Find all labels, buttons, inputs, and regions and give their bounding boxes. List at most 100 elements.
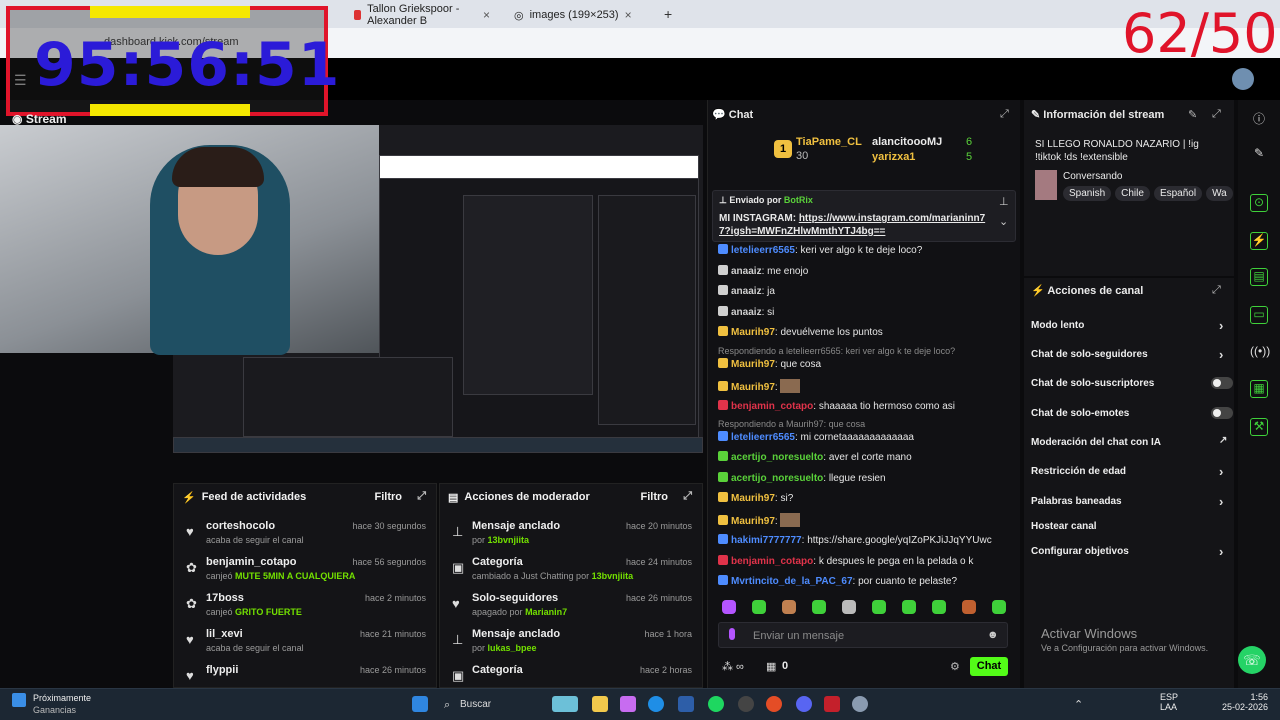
chat-username[interactable]: Maurih97 <box>731 359 775 370</box>
channel-action-item[interactable]: Hostear canal <box>1031 521 1236 535</box>
activity-user[interactable]: benjamin_cotapo <box>206 556 296 568</box>
chat-input[interactable]: Enviar un mensaje ☻ <box>718 622 1008 648</box>
pencil-icon[interactable]: ✎ <box>1250 146 1268 164</box>
emoji-icon[interactable]: ☻ <box>987 629 999 641</box>
chat-username[interactable]: letelieerr6565 <box>731 245 795 256</box>
points-icon[interactable]: ⁂ ∞ <box>722 660 744 673</box>
category-name[interactable]: Conversando <box>1063 171 1122 182</box>
chrome-icon[interactable] <box>766 696 782 712</box>
emote-icon[interactable] <box>722 600 736 614</box>
chat-icon[interactable]: ▭ <box>1250 306 1268 324</box>
emote-icon[interactable] <box>902 600 916 614</box>
emote-icon[interactable] <box>932 600 946 614</box>
channel-action-item[interactable]: Configurar objetivos › <box>1031 544 1236 560</box>
close-tab-icon[interactable]: × <box>625 8 632 22</box>
activity-user[interactable]: corteshocolo <box>206 520 275 532</box>
widgets-icon[interactable] <box>552 696 578 712</box>
copilot-icon[interactable] <box>620 696 636 712</box>
channel-action-item[interactable]: Restricción de edad › <box>1031 464 1236 480</box>
list-icon[interactable]: ▤ <box>1250 268 1268 286</box>
chat-username[interactable]: benjamin_cotapo <box>731 556 813 567</box>
chat-username[interactable]: hakimi7777777 <box>731 535 802 546</box>
expand-icon[interactable]: ⤢ <box>683 490 692 503</box>
toggle-switch[interactable] <box>1211 407 1233 419</box>
app-icon[interactable] <box>738 696 754 712</box>
chat-username[interactable]: acertijo_noresuelto <box>731 473 823 484</box>
emote-icon[interactable] <box>842 600 856 614</box>
emote-icon[interactable] <box>872 600 886 614</box>
search-box[interactable]: Buscar <box>460 699 491 710</box>
filter-button[interactable]: Filtro <box>641 491 669 503</box>
new-tab-button[interactable]: + <box>664 6 672 22</box>
channel-action-item[interactable]: Palabras baneadas › <box>1031 494 1236 510</box>
channel-action-item[interactable]: Modo lento › <box>1031 318 1236 334</box>
weather-icon[interactable] <box>12 693 26 707</box>
emote-icon[interactable] <box>992 600 1006 614</box>
clock[interactable]: 1:56 25-02-2026 <box>1220 692 1268 712</box>
store-icon[interactable] <box>678 696 694 712</box>
tag[interactable]: Chile <box>1115 186 1150 201</box>
whatsapp-icon[interactable]: ☏ <box>1238 646 1266 674</box>
chevron-down-icon[interactable]: ⌄ <box>999 215 1008 228</box>
expand-icon[interactable]: ⤢ <box>417 490 426 503</box>
activity-user[interactable]: 17boss <box>206 592 244 604</box>
channel-action-item[interactable]: Chat de solo-suscriptores <box>1031 377 1236 392</box>
discord-icon[interactable] <box>796 696 812 712</box>
tag[interactable]: Spanish <box>1063 186 1112 201</box>
tag[interactable]: Wa <box>1206 186 1233 201</box>
chat-username[interactable]: Maurih97 <box>731 382 775 393</box>
chat-username[interactable]: Maurih97 <box>731 516 775 527</box>
language-indicator[interactable]: ESP LAA <box>1160 692 1178 712</box>
leader-user[interactable]: alancitoooMJ <box>872 136 942 148</box>
layout-icon[interactable]: ▦ <box>1250 380 1268 398</box>
gear-icon[interactable]: ⚙ <box>950 660 960 673</box>
chat-username[interactable]: Maurih97 <box>731 493 775 504</box>
chevron-up-icon[interactable]: ⌃ <box>1074 698 1083 711</box>
popout-chat-icon[interactable]: ⤢ <box>1000 108 1009 121</box>
unpin-icon[interactable]: ⊥ <box>999 195 1009 208</box>
target-icon[interactable]: ⊙ <box>1250 194 1268 212</box>
chat-username[interactable]: Mvrtincito_de_la_PAC_67 <box>731 576 853 587</box>
close-tab-icon[interactable]: × <box>483 8 490 22</box>
broadcast-icon[interactable]: ((•)) <box>1250 344 1270 362</box>
channel-action-item[interactable]: Moderación del chat con IA ↗ <box>1031 435 1236 451</box>
chat-username[interactable]: Maurih97 <box>731 327 775 338</box>
info-icon[interactable]: ⓘ <box>1250 110 1268 128</box>
leader-user[interactable]: TiaPame_CL <box>796 136 862 148</box>
edit-icon[interactable]: ✎ <box>1188 108 1197 121</box>
spotify-icon[interactable] <box>708 696 724 712</box>
chat-username[interactable]: letelieerr6565 <box>731 432 795 443</box>
browser-tab[interactable]: ◎ images (199×253) × <box>504 4 660 26</box>
search-icon[interactable]: ⌕ <box>444 699 450 712</box>
expand-icon[interactable]: ⤢ <box>1212 284 1221 297</box>
emote-icon[interactable] <box>752 600 766 614</box>
activity-user[interactable]: lil_xevi <box>206 628 243 640</box>
leader-user[interactable]: yarizxa1 <box>872 151 915 163</box>
chat-username[interactable]: anaaiz <box>731 307 762 318</box>
acrobat-icon[interactable] <box>824 696 840 712</box>
file-explorer-icon[interactable] <box>592 696 608 712</box>
emote-icon[interactable] <box>782 600 796 614</box>
emote-icon[interactable] <box>812 600 826 614</box>
channel-action-item[interactable]: Chat de solo-emotes <box>1031 407 1236 422</box>
chat-username[interactable]: anaaiz <box>731 286 762 297</box>
wrench-icon[interactable]: ⚒ <box>1250 418 1268 436</box>
gift-icon[interactable]: ▦ <box>766 660 776 673</box>
expand-icon[interactable]: ⤢ <box>1212 108 1221 121</box>
start-icon[interactable] <box>412 696 428 712</box>
chat-username[interactable]: benjamin_cotapo <box>731 401 813 412</box>
chat-username[interactable]: acertijo_noresuelto <box>731 452 823 463</box>
emote-icon[interactable] <box>962 600 976 614</box>
filter-button[interactable]: Filtro <box>375 491 403 503</box>
toggle-switch[interactable] <box>1211 377 1233 389</box>
edge-icon[interactable] <box>648 696 664 712</box>
activity-user[interactable]: flyppii <box>206 664 238 676</box>
send-chat-button[interactable]: Chat <box>970 657 1008 676</box>
avatar[interactable] <box>1232 68 1254 90</box>
chat-username[interactable]: anaaiz <box>731 266 762 277</box>
browser-tab[interactable]: Tallon Griekspoor - Alexander B × <box>344 3 500 27</box>
channel-action-item[interactable]: Chat de solo-seguidores › <box>1031 347 1236 363</box>
bolt-icon[interactable]: ⚡ <box>1250 232 1268 250</box>
tag[interactable]: Español <box>1153 186 1203 201</box>
settings-icon[interactable] <box>852 696 868 712</box>
